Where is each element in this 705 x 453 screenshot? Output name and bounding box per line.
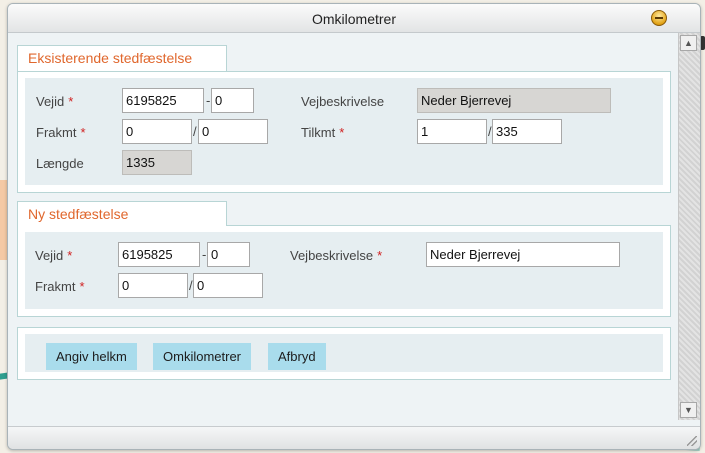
new-location-fieldset: Ny stedfæstelse Vejid* - Vejbeskrivelse*… — [17, 201, 671, 317]
existing-vejid-sub-input[interactable] — [211, 88, 254, 113]
new-frakmt-label: Frakmt * — [35, 279, 85, 294]
existing-laengde-label: Længde — [36, 156, 84, 171]
existing-vejbeskrivelse-label: Vejbeskrivelse — [301, 94, 385, 109]
existing-frakmt-separator: / — [193, 124, 197, 139]
new-vejid-separator: - — [202, 247, 207, 262]
new-location-panel: Vejid* - Vejbeskrivelse* Frakmt* / — [25, 232, 663, 309]
dialog-statusbar — [8, 426, 700, 449]
actions-panel: Angiv helkm Omkilometrer Afbryd — [25, 334, 663, 372]
new-vejbeskrivelse-input[interactable] — [426, 242, 620, 267]
omkilometrer-dialog: Omkilometrer Eksisterende stedfæstelse V… — [7, 3, 701, 450]
existing-location-legend: Eksisterende stedfæstelse — [17, 45, 227, 71]
existing-laengde-input — [122, 150, 192, 175]
existing-frakmt-input[interactable] — [122, 119, 192, 144]
vertical-scrollbar[interactable]: ▲ ▼ — [678, 33, 700, 420]
new-vejid-input[interactable] — [118, 242, 200, 267]
omkilometrer-button[interactable]: Omkilometrer — [153, 343, 252, 370]
existing-tilkmt-label: Tilkmt * — [301, 125, 345, 140]
existing-frakmt-sub-input[interactable] — [198, 119, 268, 144]
resize-grip-icon[interactable] — [687, 436, 697, 446]
dialog-content: Eksisterende stedfæstelse Vejid* - Vejbe… — [8, 33, 678, 426]
existing-vejbeskrivelse-input — [417, 88, 611, 113]
angiv-helkm-button[interactable]: Angiv helkm — [46, 343, 137, 370]
existing-frakmt-label: Frakmt * — [36, 125, 86, 140]
existing-tilkmt-input[interactable] — [417, 119, 487, 144]
existing-vejid-input[interactable] — [122, 88, 204, 113]
dialog-title: Omkilometrer — [311, 11, 396, 27]
existing-vejid-label: Vejid * — [36, 94, 74, 109]
scroll-up-icon[interactable]: ▲ — [680, 35, 697, 51]
new-vejid-label: Vejid * — [35, 248, 73, 263]
actions-fieldset: Angiv helkm Omkilometrer Afbryd — [17, 327, 671, 380]
existing-tilkmt-sub-input[interactable] — [492, 119, 562, 144]
new-vejbeskrivelse-label: Vejbeskrivelse * — [290, 248, 383, 263]
new-vejid-sub-input[interactable] — [207, 242, 250, 267]
existing-location-panel: Vejid* - Vejbeskrivelse Frakmt* / Tilkmt… — [25, 78, 663, 185]
collapse-icon[interactable] — [651, 10, 667, 26]
new-frakmt-sub-input[interactable] — [193, 273, 263, 298]
existing-vejid-separator: - — [206, 93, 211, 108]
existing-location-fieldset: Eksisterende stedfæstelse Vejid* - Vejbe… — [17, 45, 671, 193]
afbryd-button[interactable]: Afbryd — [268, 343, 326, 370]
scroll-down-icon[interactable]: ▼ — [680, 402, 697, 418]
new-location-legend: Ny stedfæstelse — [17, 201, 227, 226]
new-frakmt-input[interactable] — [118, 273, 188, 298]
dialog-titlebar[interactable]: Omkilometrer — [8, 4, 700, 33]
